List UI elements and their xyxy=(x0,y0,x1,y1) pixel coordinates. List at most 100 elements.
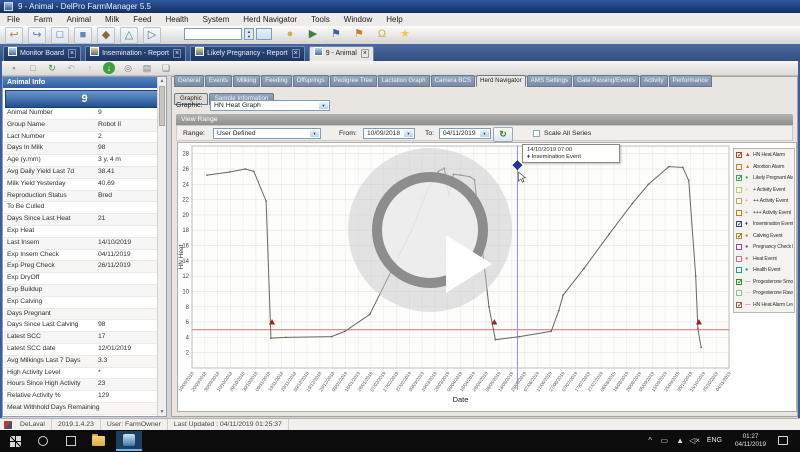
tab-lactation-graph[interactable]: Lactation Graph xyxy=(378,75,430,87)
alarm-bell-icon[interactable]: Ω xyxy=(374,27,390,42)
undo-icon[interactable]: ↶ xyxy=(65,62,77,74)
refresh-graph-button[interactable]: ↻ xyxy=(493,127,513,142)
tab-offsprings[interactable]: Offsprings xyxy=(293,75,329,87)
tab-camera-bcs[interactable]: Camera BCS xyxy=(431,75,475,87)
from-date-select[interactable]: 10/09/2018 ▼ xyxy=(363,128,415,139)
video-play-overlay[interactable] xyxy=(348,148,512,312)
chevron-down-icon[interactable]: ▼ xyxy=(319,102,328,109)
taskbar-time: 01:27 xyxy=(743,433,759,440)
doc-tab-monitor-board[interactable]: Monitor Board× xyxy=(3,46,81,61)
reports-icon[interactable]: ◆ xyxy=(97,27,115,44)
file-explorer-icon[interactable] xyxy=(92,436,105,446)
tab-pedigree-tree[interactable]: Pedigree Tree xyxy=(330,75,377,87)
report-view-icon[interactable]: ❏ xyxy=(160,62,172,74)
menu-farm[interactable]: Farm xyxy=(27,13,60,26)
close-icon[interactable]: × xyxy=(292,49,300,58)
animal-info-row-animal-number: Animal Number9 xyxy=(4,108,158,120)
close-icon[interactable]: × xyxy=(68,49,76,58)
menu-herd-navigator[interactable]: Herd Navigator xyxy=(236,13,304,26)
chevron-down-icon[interactable]: ▼ xyxy=(310,130,319,137)
scroll-up-icon[interactable]: ▲ xyxy=(158,77,166,85)
taskbar-clock[interactable]: 01:27 04/11/2019 xyxy=(735,433,766,449)
activity-graph-icon[interactable]: ▷ xyxy=(143,27,161,44)
menu-window[interactable]: Window xyxy=(337,13,379,26)
task-view-icon[interactable] xyxy=(66,436,76,446)
tab-gate-passing-events[interactable]: Gate Passing/Events xyxy=(573,75,639,87)
scrollbar-thumb[interactable] xyxy=(159,86,165,126)
menu-help[interactable]: Help xyxy=(379,13,409,26)
menu-feed[interactable]: Feed xyxy=(126,13,158,26)
graph-selector-row: Graphic: HN Heat Graph ▼ xyxy=(176,100,202,112)
print-report-icon[interactable]: ▤ xyxy=(141,62,153,74)
tab-milking[interactable]: Milking xyxy=(233,75,260,87)
monitor-board-icon[interactable]: □ xyxy=(51,27,69,44)
close-icon[interactable]: × xyxy=(361,49,369,58)
animal-info-row-exp-insem-check: Exp Insem Check04/11/2019 xyxy=(4,250,158,262)
flag-blue-icon[interactable]: ⚑ xyxy=(328,27,344,42)
spinner-icon[interactable]: ▲▼ xyxy=(244,28,254,40)
graph-type-select[interactable]: HN Heat Graph ▼ xyxy=(210,100,330,111)
start-button-icon[interactable] xyxy=(10,436,21,447)
menu-milk[interactable]: Milk xyxy=(98,13,126,26)
battery-icon[interactable]: ▭ xyxy=(660,437,668,445)
preview-icon[interactable]: ◎ xyxy=(122,62,134,74)
range-select[interactable]: User Defined ▼ xyxy=(213,128,321,139)
menu-file[interactable]: File xyxy=(0,13,27,26)
session-lock-icon[interactable]: ● xyxy=(282,27,298,42)
save-icon[interactable]: ▪ xyxy=(8,62,20,74)
row-label: Latest SCC xyxy=(7,332,41,343)
doc-tab-likely-pregnancy-report[interactable]: Likely Pregnancy - Report× xyxy=(190,46,305,61)
range-controls: Range: User Defined ▼ From: 10/09/2018 ▼… xyxy=(176,125,793,141)
tab-feeding[interactable]: Feeding xyxy=(261,75,291,87)
favorites-star-icon[interactable]: ★ xyxy=(397,27,413,42)
scale-all-series-checkbox[interactable] xyxy=(533,130,540,137)
language-indicator[interactable]: ENG xyxy=(707,437,722,444)
flag-orange-icon[interactable]: ⚑ xyxy=(351,27,367,42)
go-forward-icon[interactable]: ↪ xyxy=(28,27,46,44)
menu-animal[interactable]: Animal xyxy=(60,13,98,26)
menu-tools[interactable]: Tools xyxy=(304,13,337,26)
chevron-down-icon[interactable]: ▼ xyxy=(480,130,489,137)
status-user: User: FarmOwner xyxy=(101,419,168,430)
row-label: Exp DryOff xyxy=(7,273,39,284)
search-icon[interactable] xyxy=(38,436,48,446)
volume-icon[interactable]: ◁× xyxy=(689,437,700,445)
scroll-down-icon[interactable]: ▼ xyxy=(158,408,166,416)
refresh-icon[interactable]: ↻ xyxy=(46,62,58,74)
tab-activity[interactable]: Activity xyxy=(640,75,668,87)
tab-herd-navigator[interactable]: Herd Navigator xyxy=(476,75,526,87)
animal-quick-find-input[interactable] xyxy=(184,28,242,40)
network-icon[interactable]: ▲ xyxy=(676,437,684,445)
row-label: Exp Buildup xyxy=(7,285,42,296)
animal-info-row-days-since-last-heat: Days Since Last Heat21 xyxy=(4,214,158,226)
status-brand: DeLaval xyxy=(14,419,52,430)
animal-info-row-meat-withhold-days-remaining: Meat Withhold Days Remaining xyxy=(4,403,158,415)
chevron-down-icon[interactable]: ▼ xyxy=(404,130,413,137)
lactation-graph-icon[interactable]: △ xyxy=(120,27,138,44)
action-center-icon[interactable] xyxy=(778,436,788,445)
scale-all-series-label: Scale All Series xyxy=(544,130,591,137)
left-panel-scrollbar[interactable]: ▲ ▼ xyxy=(157,77,166,416)
close-icon[interactable]: × xyxy=(173,49,181,58)
move-up-icon[interactable]: ↑ xyxy=(84,62,96,74)
delpro-taskbar-icon[interactable] xyxy=(116,431,142,451)
animal-info-row-last-insem: Last Insem14/10/2019 xyxy=(4,238,158,250)
menu-system[interactable]: System xyxy=(196,13,237,26)
move-down-icon[interactable]: ↓ xyxy=(103,62,115,74)
tab-ams-settings[interactable]: AMS Settings xyxy=(527,75,573,87)
animal-cards-icon[interactable]: ■ xyxy=(74,27,92,44)
tab-performance[interactable]: Performance xyxy=(669,75,712,87)
chevron-up-icon[interactable]: ^ xyxy=(648,437,652,445)
row-value: 12/01/2019 xyxy=(98,344,131,355)
go-back-icon[interactable]: ↩ xyxy=(5,27,23,44)
tab-events[interactable]: Events xyxy=(205,75,232,87)
animal-lookup-icon[interactable] xyxy=(256,28,272,40)
run-task-icon[interactable]: ▶ xyxy=(305,27,321,42)
tab-general[interactable]: General xyxy=(174,75,204,87)
play-ring xyxy=(372,172,488,288)
doc-tab-9-animal[interactable]: 9 - Animal× xyxy=(309,46,374,61)
to-date-select[interactable]: 04/11/2019 ▼ xyxy=(439,128,491,139)
menu-health[interactable]: Health xyxy=(158,13,195,26)
print-icon[interactable]: □ xyxy=(27,62,39,74)
doc-tab-insemination-report[interactable]: Insemination - Report× xyxy=(85,46,186,61)
